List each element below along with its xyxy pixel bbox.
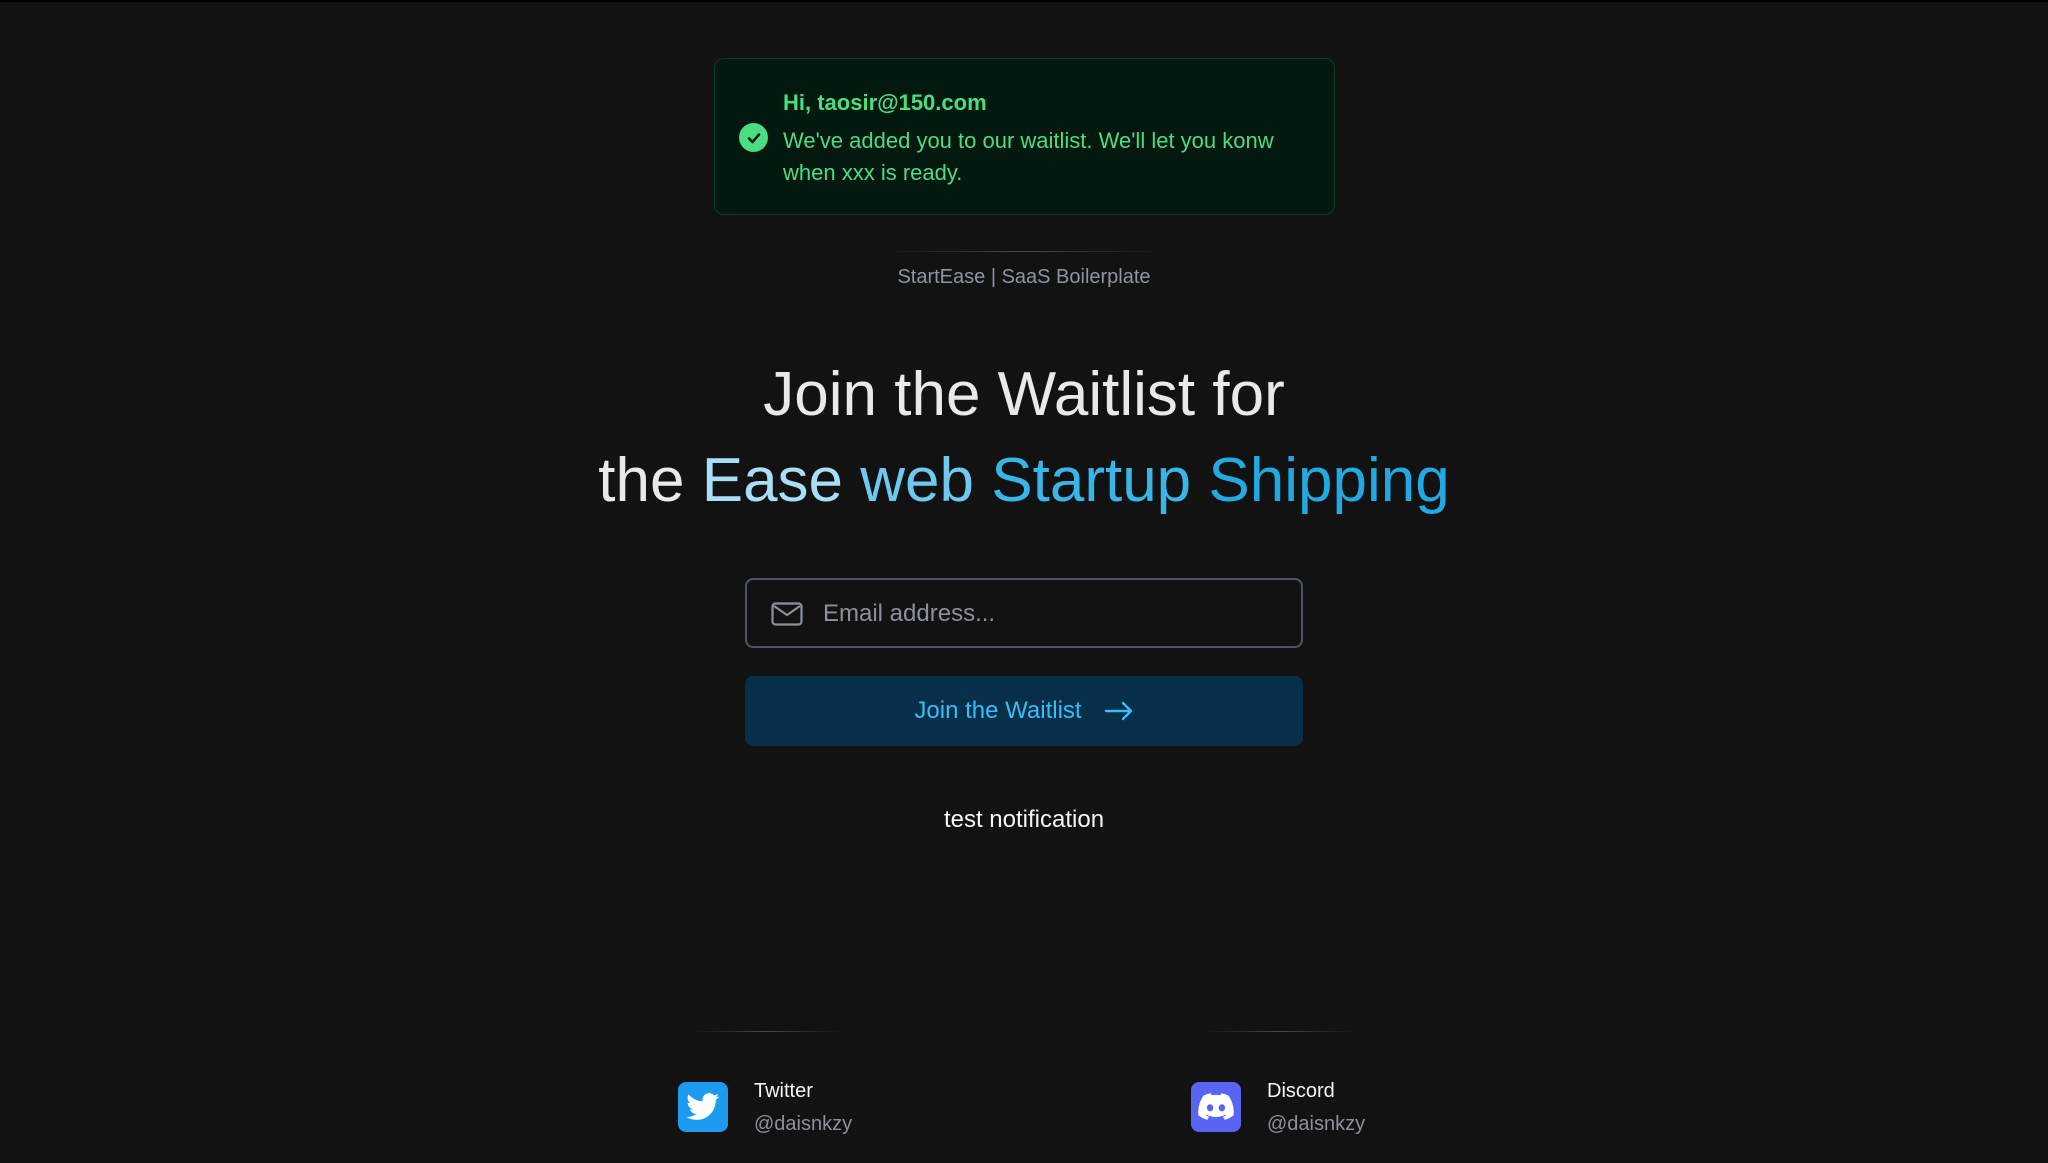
notification-message: We've added you to our waitlist. We'll l…: [783, 128, 1274, 185]
footer-divider-left: [692, 1031, 842, 1032]
discord-icon: [1191, 1082, 1241, 1132]
join-waitlist-label: Join the Waitlist: [914, 697, 1082, 724]
page-headline: Join the Waitlist for the Ease web Start…: [0, 352, 2048, 524]
social-name: Twitter: [754, 1080, 813, 1102]
headline-line2: the Ease web Startup Shipping: [0, 438, 2048, 524]
headline-word-ease: Ease: [701, 446, 844, 515]
social-name: Discord: [1267, 1080, 1335, 1102]
mail-icon: [771, 602, 803, 626]
headline-prefix: the: [598, 446, 685, 515]
social-handle: @daisnkzy: [754, 1113, 853, 1135]
footer-divider-right: [1205, 1031, 1355, 1032]
notification-title: Hi, taosir@150.com: [783, 90, 987, 115]
check-circle-icon: [739, 123, 768, 152]
twitter-icon: [678, 1082, 728, 1132]
social-twitter[interactable]: Twitter @daisnkzy: [678, 1080, 878, 1135]
success-notification: Hi, taosir@150.com We've added you to ou…: [714, 58, 1335, 215]
headline-word-shipping: Shipping: [1208, 446, 1450, 515]
social-discord[interactable]: Discord @daisnkzy: [1191, 1080, 1391, 1135]
email-input[interactable]: [823, 592, 1283, 636]
top-edge: [0, 0, 2048, 2]
social-handle: @daisnkzy: [1267, 1113, 1366, 1135]
headline-word-startup: Startup: [991, 446, 1192, 515]
email-field[interactable]: [745, 578, 1303, 648]
join-waitlist-button[interactable]: Join the Waitlist: [745, 676, 1303, 746]
brand-divider: [884, 251, 1164, 252]
arrow-right-icon: [1104, 701, 1132, 721]
test-notification-link[interactable]: test notification: [0, 806, 2048, 834]
headline-word-web: web: [860, 446, 975, 515]
headline-line1: Join the Waitlist for: [763, 360, 1285, 429]
brand-label: StartEase | SaaS Boilerplate: [897, 266, 1151, 288]
